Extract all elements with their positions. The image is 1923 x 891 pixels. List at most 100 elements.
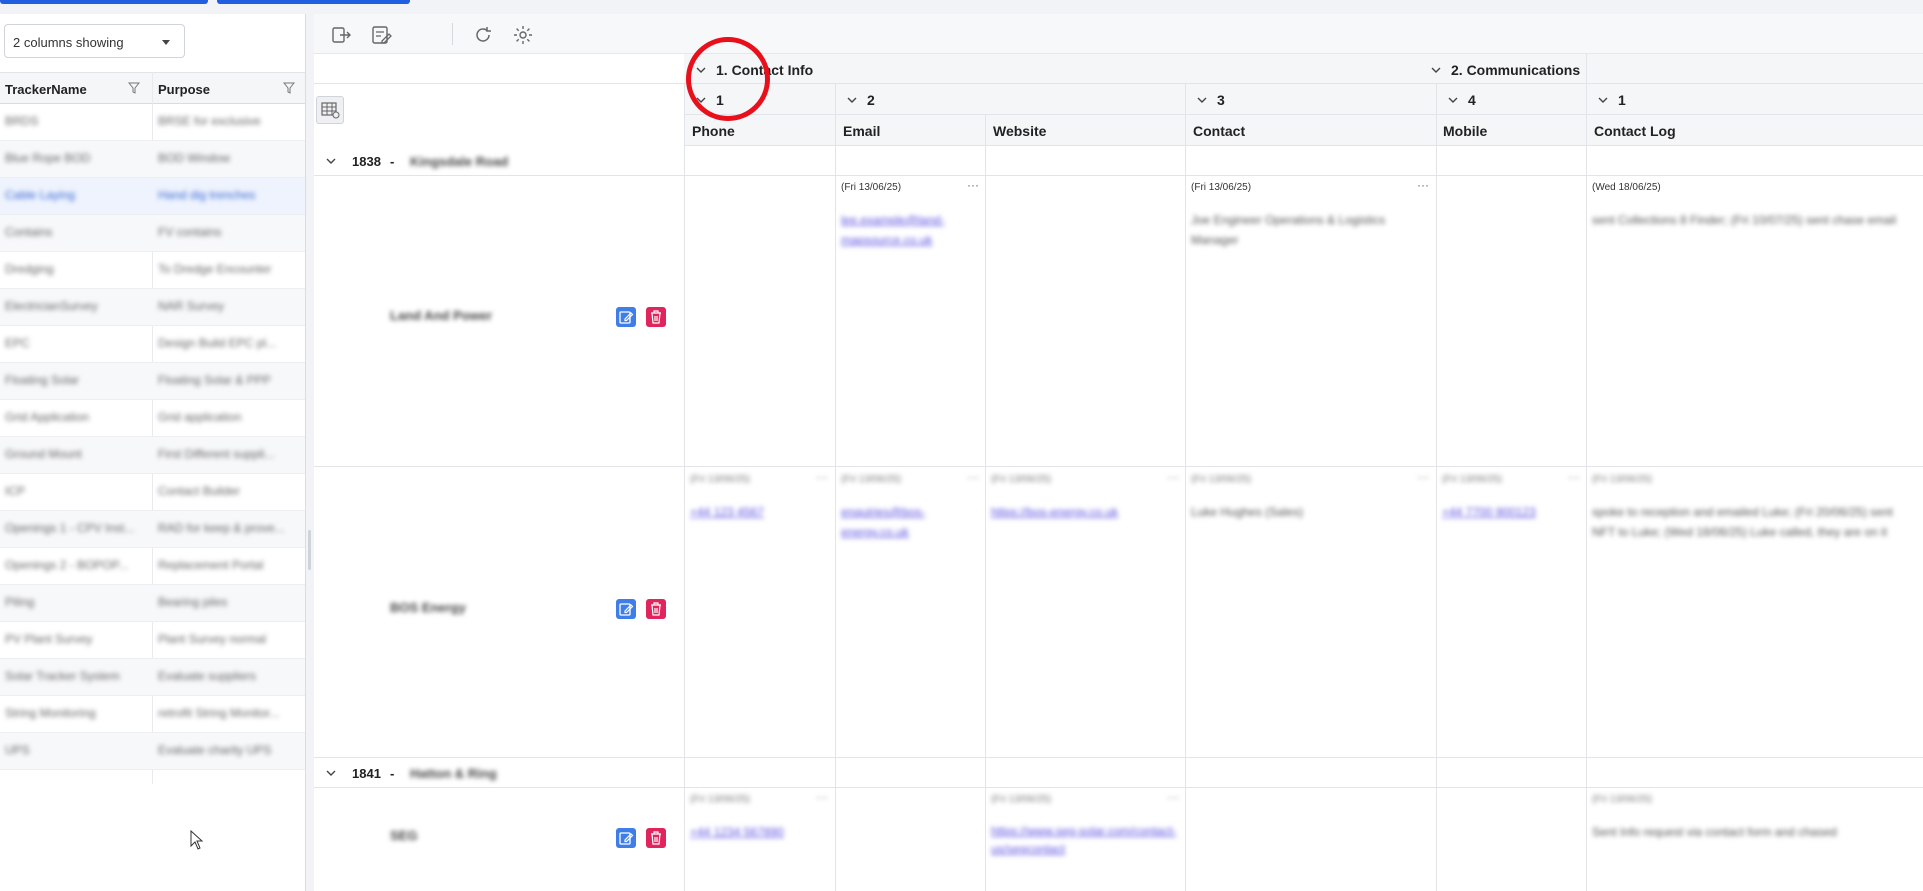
cell-email[interactable]: (Fri 13/06/25) ··· enquiries@bos-energy.… (835, 468, 985, 758)
list-item[interactable]: String Monitoring retrofit String Monitor… (0, 696, 305, 733)
chevron-down-icon[interactable] (1431, 66, 1441, 74)
column-header-website[interactable]: Website (993, 123, 1046, 139)
more-icon[interactable]: ··· (967, 178, 979, 192)
list-item[interactable]: EPC Design Build EPC pl... (0, 326, 305, 363)
cell-text[interactable]: lee.example@land-mapsource.co.uk (841, 210, 979, 250)
tracker-purpose: Evaluate charity UPS (158, 743, 272, 757)
sub-header-4[interactable]: 4 (1468, 92, 1476, 108)
column-header-mobile[interactable]: Mobile (1443, 123, 1487, 139)
cell-contact[interactable]: (Fri 13/06/25) ··· Luke Hughes (Sales) (1185, 468, 1435, 758)
cell-contact-log[interactable]: (Fri 13/06/25) Sent Info request via con… (1586, 788, 1916, 891)
tracker-name: EPC (5, 336, 30, 350)
cell-email[interactable]: (Fri 13/06/25) ··· lee.example@land-maps… (835, 176, 985, 467)
list-item[interactable]: UPS Evaluate charity UPS (0, 733, 305, 770)
more-icon[interactable]: ··· (1568, 470, 1580, 484)
more-icon[interactable]: ··· (1417, 178, 1429, 192)
chevron-down-icon[interactable] (1197, 96, 1207, 104)
list-item[interactable]: Solar Tracker System Evaluate suppliers (0, 659, 305, 696)
list-item[interactable]: Ground Mount First Different suppli... (0, 437, 305, 474)
toolbar-separator (452, 23, 453, 45)
list-item[interactable]: BRDS BRSE for exclusive (0, 104, 305, 141)
group-row[interactable]: 1841 - Hatton & Ring (314, 758, 1923, 788)
tracker-name: Ground Mount (5, 447, 82, 461)
list-item[interactable]: ElectricianSurvey NAR Survey (0, 289, 305, 326)
tracker-purpose: retrofit String Monitor... (158, 706, 280, 720)
sub-header-5[interactable]: 1 (1618, 92, 1626, 108)
cell-text[interactable]: enquiries@bos-energy.co.uk (841, 502, 979, 542)
cell-contact-log[interactable]: (Fri 13/06/25) spoke to reception and em… (1586, 468, 1916, 758)
cell-text[interactable]: +44 1234 567890 (690, 822, 828, 842)
list-item[interactable]: Openings 1 - CPV Inst... RAD for keep & p… (0, 511, 305, 548)
group-header-communications[interactable]: 2. Communications (1451, 62, 1580, 78)
tracker-name: ElectricianSurvey (5, 299, 98, 313)
more-icon[interactable]: ··· (1167, 470, 1179, 484)
cell-text: Joe Engineer Operations & Logistics Mana… (1191, 213, 1386, 247)
chevron-down-icon[interactable] (1448, 96, 1458, 104)
cell-text: spoke to reception and emailed Luke; (Fr… (1592, 505, 1893, 539)
more-icon[interactable]: ··· (1417, 470, 1429, 484)
more-icon[interactable]: ··· (816, 470, 828, 484)
sub-header-2[interactable]: 2 (867, 92, 875, 108)
chevron-down-icon[interactable] (847, 96, 857, 104)
list-item[interactable]: Piling Bearing piles (0, 585, 305, 622)
logout-icon[interactable] (330, 24, 352, 46)
list-item[interactable]: Cable Laying Hand dig trenches (0, 178, 305, 215)
sub-header-row: 1 2 3 4 1 (684, 84, 1923, 115)
column-header-contact[interactable]: Contact (1193, 123, 1245, 139)
gear-icon[interactable] (512, 24, 534, 46)
list-item[interactable]: Blue Rope BOD BOD Window (0, 141, 305, 178)
cell-text[interactable]: https://bos-energy.co.uk (991, 502, 1179, 522)
refresh-icon[interactable] (472, 24, 494, 46)
grid-settings-button[interactable] (316, 96, 344, 124)
filter-icon[interactable] (128, 82, 140, 94)
cell-mobile[interactable]: (Fri 13/06/25) ··· +44 7700 900123 (1436, 468, 1586, 758)
list-item[interactable]: ICP Contact Builder (0, 474, 305, 511)
list-item[interactable]: Dredging To Dredge Encounter (0, 252, 305, 289)
column-header-contact-log[interactable]: Contact Log (1594, 123, 1676, 139)
trash-icon[interactable] (646, 307, 666, 327)
cell-website[interactable]: (Fri 13/06/25) ··· https://www.seg-solar… (985, 788, 1185, 891)
cell-text[interactable]: https://www.seg-solar.com/contact-us/seg… (991, 822, 1179, 858)
list-item[interactable]: Openings 2 - BOPOP... Replacement Portal (0, 548, 305, 585)
column-header-phone[interactable]: Phone (692, 123, 735, 139)
top-button-2[interactable] (217, 0, 410, 4)
filter-icon[interactable] (283, 82, 295, 94)
cell-contact[interactable]: (Fri 13/06/25) ··· Joe Engineer Operatio… (1185, 176, 1435, 467)
edit-icon[interactable] (616, 828, 636, 848)
more-icon[interactable]: ··· (816, 790, 828, 804)
chevron-down-icon[interactable] (326, 769, 336, 777)
grid-line (684, 84, 685, 891)
group-row[interactable]: 1838 - Kingsdale Road (314, 146, 1923, 176)
more-icon[interactable]: ··· (967, 470, 979, 484)
cell-date: (Fri 13/06/25) (841, 182, 902, 193)
top-button-1[interactable] (0, 0, 208, 4)
trash-icon[interactable] (646, 828, 666, 848)
list-item[interactable]: Contains FV contains (0, 215, 305, 252)
tracker-purpose: BOD Window (158, 151, 231, 165)
list-item[interactable]: Floating Solar Floating Solar & PPP (0, 363, 305, 400)
sub-header-3[interactable]: 3 (1217, 92, 1225, 108)
cell-phone[interactable]: (Fri 13/06/25) ··· +44 123 4567 (684, 468, 834, 758)
edit-icon[interactable] (616, 307, 636, 327)
column-header-email[interactable]: Email (843, 123, 880, 139)
cell-text: sent Collections 8 Finder; (Fri 10/07/25… (1592, 213, 1897, 227)
chevron-down-icon[interactable] (1598, 96, 1608, 104)
tracker-name: Blue Rope BOD (5, 151, 91, 165)
cell-contact-log[interactable]: (Wed 18/06/25) sent Collections 8 Finder… (1586, 176, 1916, 467)
tracker-purpose: FV contains (158, 225, 222, 239)
chevron-down-icon[interactable] (326, 157, 336, 165)
more-icon[interactable]: ··· (1167, 790, 1179, 804)
panel-resize-handle[interactable] (308, 530, 311, 570)
list-item[interactable]: PV Plant Survey Plant Survey normal (0, 622, 305, 659)
cell-phone[interactable]: (Fri 13/06/25) ··· +44 1234 567890 (684, 788, 834, 891)
edit-note-icon[interactable] (370, 24, 392, 46)
cell-text[interactable]: +44 123 4567 (690, 502, 828, 522)
cell-text[interactable]: +44 7700 900123 (1442, 502, 1580, 522)
columns-select[interactable]: 2 columns showing (4, 24, 185, 58)
trash-icon[interactable] (646, 599, 666, 619)
group-name: Hatton & Ring (410, 766, 497, 781)
edit-icon[interactable] (616, 599, 636, 619)
cell-website[interactable]: (Fri 13/06/25) ··· https://bos-energy.co… (985, 468, 1185, 758)
cell-date: (Fri 13/06/25) (1592, 794, 1653, 805)
list-item[interactable]: Grid Application Grid application (0, 400, 305, 437)
